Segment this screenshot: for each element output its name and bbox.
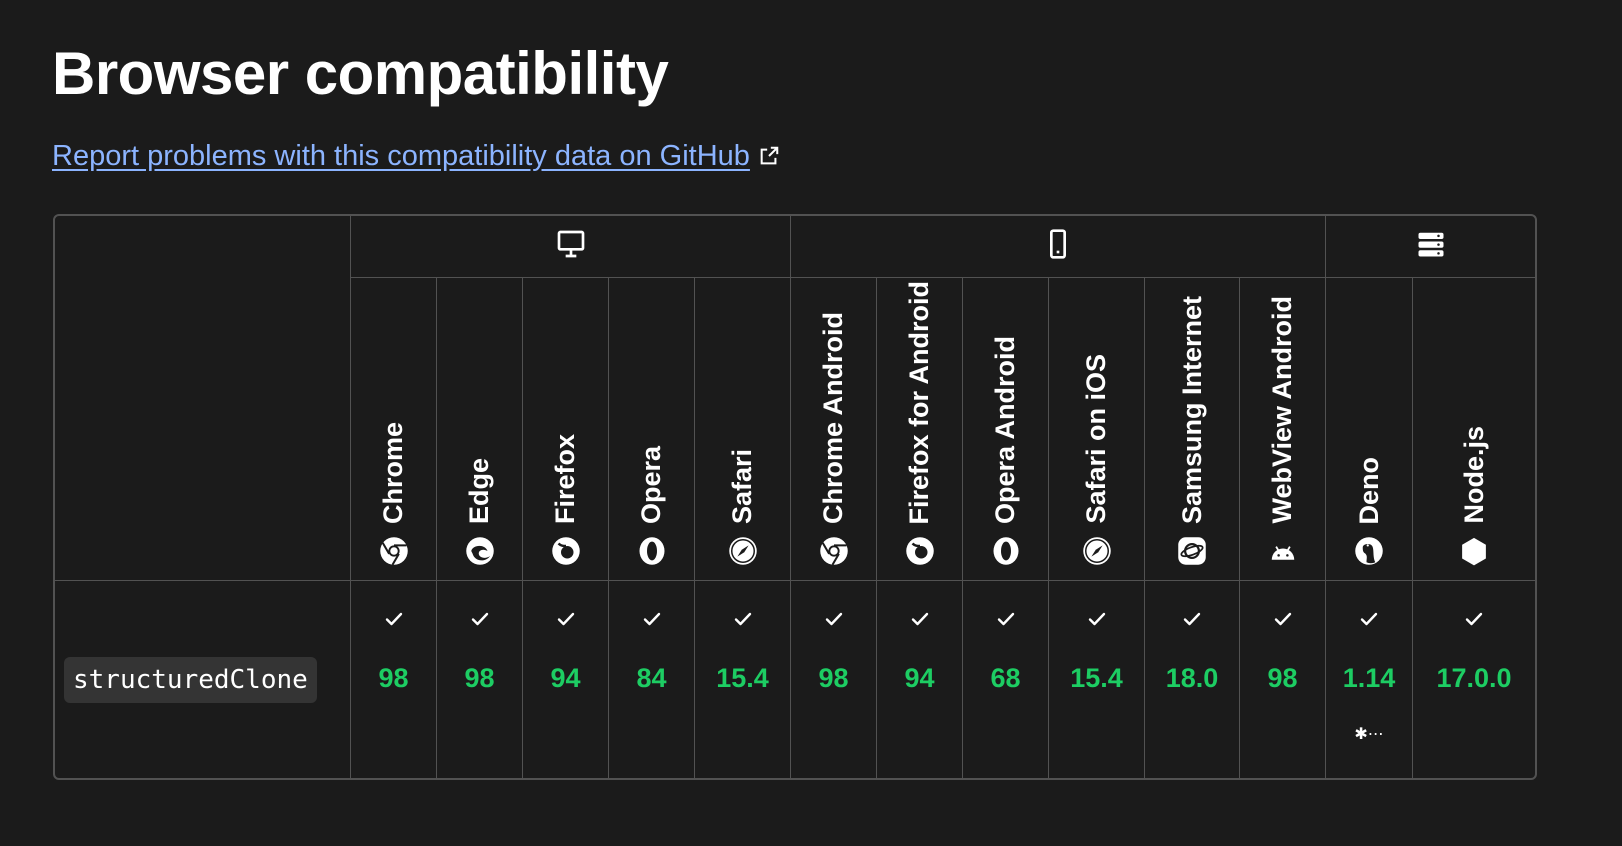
browser-header: Chrome bbox=[351, 278, 437, 581]
external-link-icon bbox=[760, 146, 779, 165]
browser-header: Opera Android bbox=[963, 278, 1050, 581]
browser-header: Opera bbox=[609, 278, 695, 581]
support-cell[interactable]: 1.14 ✱⋯ bbox=[1326, 581, 1414, 778]
browser-name: Samsung Internet bbox=[1176, 295, 1207, 524]
support-cell[interactable]: 98 bbox=[437, 581, 523, 778]
browser-header: Firefox bbox=[523, 278, 609, 581]
check-icon bbox=[824, 609, 844, 629]
support-version: 94 bbox=[904, 663, 935, 693]
server-icon bbox=[1418, 232, 1444, 257]
nodejs-icon bbox=[1459, 536, 1489, 566]
platform-mobile bbox=[791, 216, 1327, 278]
browser-name: Deno bbox=[1353, 456, 1384, 525]
check-icon bbox=[1087, 609, 1107, 629]
browser-header: Firefox for Android bbox=[877, 278, 964, 581]
browser-header: Deno bbox=[1326, 278, 1414, 581]
support-cell[interactable]: 84 bbox=[609, 581, 695, 778]
platform-desktop bbox=[351, 216, 792, 278]
browser-header: Safari on iOS bbox=[1049, 278, 1146, 581]
support-version: 1.14 bbox=[1342, 663, 1396, 693]
check-icon bbox=[1182, 609, 1202, 629]
desktop-icon bbox=[557, 230, 584, 258]
browser-name: Safari bbox=[727, 448, 758, 524]
check-icon bbox=[1464, 609, 1484, 629]
browser-header: Node.js bbox=[1413, 278, 1536, 581]
compat-table: Chrome Edge Firefox Opera Safari Chrome Andro… bbox=[53, 214, 1538, 780]
report-link-label: Report problems with this compatibility … bbox=[52, 140, 750, 172]
browser-name: Edge bbox=[464, 457, 494, 524]
support-cell[interactable]: 94 bbox=[877, 581, 964, 778]
check-icon bbox=[556, 609, 576, 629]
browser-name: Opera bbox=[636, 445, 666, 524]
browser-name: Safari on iOS bbox=[1081, 354, 1112, 524]
platform-server bbox=[1326, 216, 1536, 278]
opera-icon bbox=[991, 536, 1021, 566]
support-version: 17.0.0 bbox=[1436, 663, 1512, 693]
support-cell[interactable]: 15.4 bbox=[695, 581, 792, 778]
support-version: 68 bbox=[990, 663, 1021, 693]
support-version: 15.4 bbox=[1070, 663, 1123, 693]
support-cell[interactable]: 98 bbox=[791, 581, 878, 778]
support-cell[interactable]: 18.0 bbox=[1145, 581, 1241, 778]
edge-icon bbox=[465, 536, 495, 566]
support-version: 15.4 bbox=[716, 663, 769, 693]
support-version: 94 bbox=[550, 663, 581, 693]
support-cell[interactable]: 17.0.0 bbox=[1413, 581, 1535, 778]
check-icon bbox=[733, 609, 753, 629]
support-version: 98 bbox=[818, 663, 849, 693]
deno-icon bbox=[1354, 536, 1384, 566]
check-icon bbox=[1273, 609, 1293, 629]
browser-name: Chrome Android bbox=[818, 312, 849, 524]
browser-name: Firefox for Android bbox=[904, 280, 935, 525]
support-cell[interactable]: 94 bbox=[523, 581, 609, 778]
feature-name[interactable]: structuredClone bbox=[64, 656, 317, 703]
samsung-internet-icon bbox=[1177, 536, 1207, 566]
check-icon bbox=[384, 609, 404, 629]
support-version: 18.0 bbox=[1165, 663, 1219, 693]
check-icon bbox=[642, 609, 662, 629]
browser-header: Chrome Android bbox=[791, 278, 878, 581]
notes-indicator: ✱⋯ bbox=[1354, 726, 1384, 743]
browser-name: WebView Android bbox=[1267, 296, 1298, 524]
compat-page: Browser compatibility Report problems wi… bbox=[0, 0, 1622, 846]
firefox-icon bbox=[905, 536, 935, 566]
support-cell[interactable]: 15.4 bbox=[1049, 581, 1146, 778]
report-link[interactable]: Report problems with this compatibility … bbox=[52, 136, 780, 176]
browser-name: Node.js bbox=[1458, 426, 1489, 524]
check-icon bbox=[470, 609, 490, 629]
support-version: 98 bbox=[464, 663, 495, 693]
support-version: 84 bbox=[636, 663, 667, 693]
support-version: 98 bbox=[1267, 663, 1298, 693]
check-icon bbox=[1359, 609, 1379, 629]
page-title: Browser compatibility bbox=[52, 40, 669, 107]
browser-header: Edge bbox=[437, 278, 523, 581]
browser-name: Chrome bbox=[378, 421, 408, 524]
browser-header: WebView Android bbox=[1240, 278, 1327, 581]
safari-icon bbox=[1082, 536, 1112, 566]
support-cell[interactable]: 68 bbox=[963, 581, 1050, 778]
support-cell[interactable]: 98 bbox=[1240, 581, 1327, 778]
android-icon bbox=[1268, 536, 1298, 566]
check-icon bbox=[996, 609, 1016, 629]
chrome-icon bbox=[819, 536, 849, 566]
chrome-icon bbox=[379, 536, 409, 566]
feature-row: structuredClone 98 98 94 84 15.4 98 94 68 15.4 18… bbox=[55, 581, 1535, 778]
browser-name: Opera Android bbox=[990, 335, 1021, 524]
support-version: 98 bbox=[378, 663, 409, 693]
corner-cell bbox=[55, 216, 351, 581]
check-icon bbox=[910, 609, 930, 629]
browser-name: Firefox bbox=[550, 433, 580, 524]
feature-name-cell: structuredClone bbox=[55, 581, 351, 778]
opera-icon bbox=[637, 536, 667, 566]
support-cell[interactable]: 98 bbox=[351, 581, 437, 778]
platform-row bbox=[55, 216, 1536, 581]
mobile-icon bbox=[1050, 229, 1067, 259]
browser-header: Samsung Internet bbox=[1145, 278, 1241, 581]
firefox-icon bbox=[551, 536, 581, 566]
browser-header: Safari bbox=[695, 278, 792, 581]
safari-icon bbox=[728, 536, 758, 566]
